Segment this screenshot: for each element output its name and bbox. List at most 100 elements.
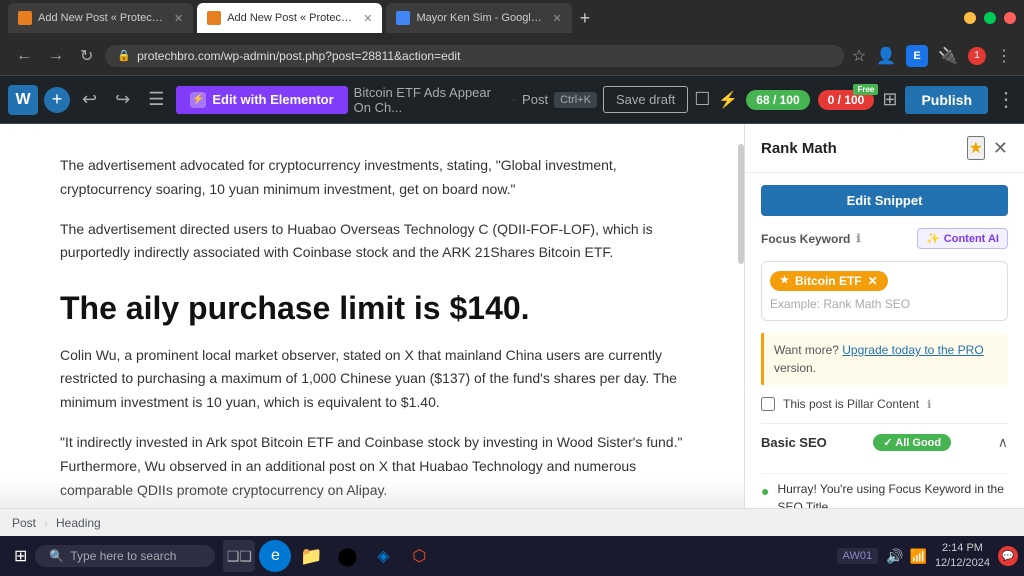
lock-icon: 🔒 bbox=[117, 49, 131, 62]
keyword-tag[interactable]: ★ Bitcoin ETF ✕ bbox=[770, 271, 888, 291]
tab-close-1[interactable]: ✕ bbox=[174, 12, 183, 25]
seo-score-green[interactable]: 68 / 100 bbox=[746, 90, 809, 110]
reload-button[interactable]: ↻ bbox=[76, 42, 97, 70]
figma-icon: ⬡ bbox=[412, 546, 426, 566]
forward-button[interactable]: → bbox=[44, 43, 68, 69]
mobile-view-button[interactable]: ⊞ bbox=[882, 89, 897, 110]
basic-seo-header[interactable]: Basic SEO ✓ All Good ∧ bbox=[761, 423, 1008, 461]
taskbar-search[interactable]: 🔍 Type here to search bbox=[35, 545, 215, 567]
extension-icon-1[interactable]: E bbox=[906, 45, 928, 67]
browser-tab-1[interactable]: Add New Post « Protechbro... ✕ bbox=[8, 3, 193, 33]
focus-keyword-row: Focus Keyword ℹ ✨ Content AI bbox=[761, 228, 1008, 249]
edit-elementor-button[interactable]: ⚡ Edit with Elementor bbox=[176, 86, 347, 114]
keyword-placeholder: Example: Rank Math SEO bbox=[770, 297, 999, 311]
browser-tab-3[interactable]: Mayor Ken Sim - Google S... ✕ bbox=[386, 3, 571, 33]
browser-tab-2[interactable]: Add New Post « Protechbr... ✕ bbox=[197, 3, 382, 33]
rank-math-star-button[interactable]: ★ bbox=[967, 136, 985, 160]
tab-label-3: Mayor Ken Sim - Google S... bbox=[416, 12, 546, 24]
score-green-value: 68 / 100 bbox=[756, 93, 799, 107]
extension-icon-2[interactable]: 🔌 bbox=[938, 46, 958, 66]
edit-elementor-label: Edit with Elementor bbox=[212, 92, 333, 107]
pillar-label: This post is Pillar Content bbox=[783, 397, 919, 411]
taskbar-icon-taskview[interactable]: ❑❑ bbox=[223, 540, 255, 572]
tab-favicon-3 bbox=[396, 11, 410, 25]
taskbar-icon-figma[interactable]: ⬡ bbox=[403, 540, 435, 572]
taskbar-right: AW01 🔊 📶 2:14 PM 12/12/2024 💬 bbox=[837, 541, 1018, 572]
rank-math-close-button[interactable]: ✕ bbox=[993, 138, 1008, 159]
taskbar-icon-explorer[interactable]: 📁 bbox=[295, 540, 327, 572]
list-view-button[interactable]: ☰ bbox=[142, 85, 170, 114]
browser-actions: ☆ 👤 E 🔌 1 ⋮ bbox=[852, 45, 1012, 67]
main-area: The advertisement advocated for cryptocu… bbox=[0, 124, 1024, 508]
status-bar: Post › Heading bbox=[0, 508, 1024, 536]
all-good-badge: ✓ All Good bbox=[873, 434, 951, 451]
maximize-button[interactable] bbox=[984, 12, 996, 24]
profile-icon[interactable]: 👤 bbox=[876, 46, 896, 66]
shortcut-label: Ctrl+K bbox=[554, 92, 597, 108]
network-icon[interactable]: 📶 bbox=[910, 548, 927, 565]
system-icons: 🔊 📶 bbox=[886, 548, 927, 565]
wp-logo: W bbox=[8, 85, 38, 115]
new-tab-button[interactable]: + bbox=[576, 8, 595, 29]
undo-button[interactable]: ↩ bbox=[76, 85, 103, 114]
wp-add-button[interactable]: + bbox=[44, 87, 70, 113]
time-display: 2:14 PM 12/12/2024 bbox=[935, 541, 990, 572]
view-icon-button[interactable]: ☐ bbox=[694, 89, 710, 110]
more-icon[interactable]: ⋮ bbox=[996, 46, 1012, 66]
keyword-input-area[interactable]: ★ Bitcoin ETF ✕ Example: Rank Math SEO bbox=[761, 261, 1008, 321]
tab-label-1: Add New Post « Protechbro... bbox=[38, 12, 168, 24]
content-heading: The aily purchase limit is $140. bbox=[60, 289, 684, 327]
taskbar: ⊞ 🔍 Type here to search ❑❑ e 📁 ⬤ ◈ ⬡ AW0… bbox=[0, 536, 1024, 576]
score-red-value: 0 / 100 bbox=[828, 93, 865, 107]
tab-bar: Add New Post « Protechbro... ✕ Add New P… bbox=[0, 0, 1024, 36]
tab-close-3[interactable]: ✕ bbox=[552, 12, 561, 25]
green-bolt-icon[interactable]: ⚡ bbox=[718, 90, 738, 110]
content-ai-button[interactable]: ✨ Content AI bbox=[917, 228, 1008, 249]
more-options-button[interactable]: ⋮ bbox=[996, 87, 1016, 112]
status-heading-label: Heading bbox=[56, 516, 101, 530]
keyword-tag-remove[interactable]: ✕ bbox=[868, 274, 878, 288]
taskbar-icon-edge[interactable]: e bbox=[259, 540, 291, 572]
pillar-checkbox[interactable] bbox=[761, 397, 775, 411]
paragraph-1: The advertisement advocated for cryptocu… bbox=[60, 154, 684, 202]
rank-math-body: Edit Snippet Focus Keyword ℹ ✨ Content A… bbox=[745, 173, 1024, 508]
upgrade-suffix: version. bbox=[774, 361, 816, 375]
aw01-label: AW01 bbox=[837, 548, 879, 564]
elementor-icon: ⚡ bbox=[190, 92, 206, 108]
edit-snippet-button[interactable]: Edit Snippet bbox=[761, 185, 1008, 216]
search-placeholder: Type here to search bbox=[70, 549, 176, 563]
taskbar-icons: ❑❑ e 📁 ⬤ ◈ ⬡ bbox=[223, 540, 435, 572]
editor-area[interactable]: The advertisement advocated for cryptocu… bbox=[0, 124, 744, 508]
redo-button[interactable]: ↪ bbox=[109, 85, 136, 114]
minimize-button[interactable] bbox=[964, 12, 976, 24]
publish-button[interactable]: Publish bbox=[905, 86, 988, 114]
notification-button[interactable]: 💬 bbox=[998, 546, 1018, 566]
taskbar-icon-vscode[interactable]: ◈ bbox=[367, 540, 399, 572]
add-icon: + bbox=[52, 89, 63, 110]
scrollbar[interactable] bbox=[738, 124, 744, 508]
bookmark-icon[interactable]: ☆ bbox=[852, 46, 866, 66]
taskview-icon: ❑❑ bbox=[227, 548, 252, 565]
seo-check-icon-1: ● bbox=[761, 481, 769, 502]
paragraph-4: "It indirectly invested in Ark spot Bitc… bbox=[60, 431, 684, 502]
notification-badge[interactable]: 1 bbox=[968, 47, 986, 65]
seo-score-free[interactable]: Free 0 / 100 bbox=[818, 90, 875, 110]
scrollbar-thumb[interactable] bbox=[738, 144, 744, 264]
start-button[interactable]: ⊞ bbox=[6, 542, 35, 570]
volume-icon[interactable]: 🔊 bbox=[886, 548, 903, 565]
pillar-info-icon: ℹ bbox=[927, 398, 931, 411]
toolbar-icons: ☐ ⚡ 68 / 100 Free 0 / 100 ⊞ Publish ⋮ bbox=[694, 86, 1016, 114]
taskbar-icon-chrome[interactable]: ⬤ bbox=[331, 540, 363, 572]
url-input[interactable]: 🔒 protechbro.com/wp-admin/post.php?post=… bbox=[105, 45, 843, 67]
time: 2:14 PM bbox=[935, 541, 990, 556]
tab-favicon-1 bbox=[18, 11, 32, 25]
wordpress-toolbar: W + ↩ ↪ ☰ ⚡ Edit with Elementor Bitcoin … bbox=[0, 76, 1024, 124]
content-ai-label: Content AI bbox=[944, 233, 999, 245]
tab-close-2[interactable]: ✕ bbox=[363, 12, 372, 25]
save-draft-button[interactable]: Save draft bbox=[603, 86, 688, 113]
back-button[interactable]: ← bbox=[12, 43, 36, 69]
vscode-icon: ◈ bbox=[377, 546, 389, 566]
paragraph-2: The advertisement directed users to Huab… bbox=[60, 218, 684, 266]
upgrade-link[interactable]: Upgrade today to the PRO bbox=[842, 343, 983, 357]
close-button[interactable] bbox=[1004, 12, 1016, 24]
